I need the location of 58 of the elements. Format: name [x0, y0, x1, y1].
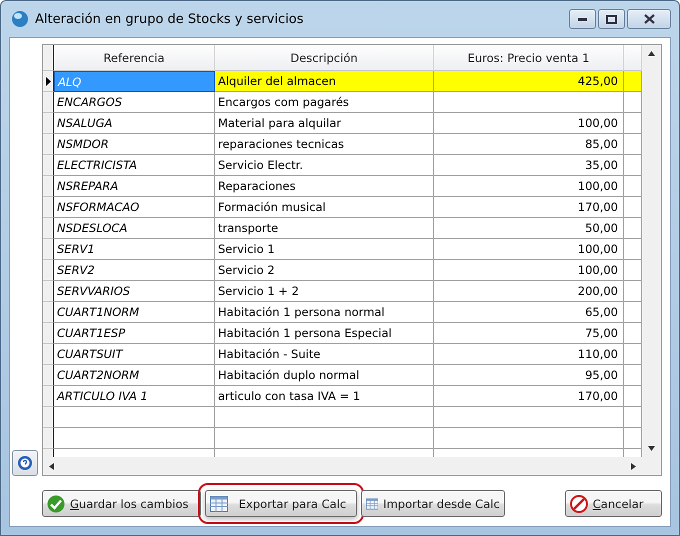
- row-header-cell[interactable]: [43, 176, 54, 197]
- spreadsheet-icon: [210, 496, 228, 512]
- dialog-button[interactable]: Cancelar: [564, 490, 662, 517]
- check-icon: [47, 494, 65, 512]
- row-header-cell[interactable]: [43, 407, 54, 428]
- row-header-cell[interactable]: [43, 344, 54, 365]
- help-icon: [17, 455, 33, 471]
- table-row[interactable]: NSALUGA Material para alquilar 100,00: [43, 113, 642, 134]
- row-header-cell[interactable]: [43, 71, 54, 92]
- table-row[interactable]: NSFORMACAO Formación musical 170,00: [43, 197, 642, 218]
- window-title: Alteración en grupo de Stocks y servicios: [35, 12, 305, 26]
- table-row[interactable]: CUART1NORM Habitación 1 persona normal 65,00: [43, 302, 642, 323]
- table-row[interactable]: CUART2NORM Habitación duplo normal 95,00: [43, 365, 642, 386]
- table-row[interactable]: CUART1ESP Habitación 1 persona Especial 75,00: [43, 323, 642, 344]
- minimize-icon: [578, 17, 587, 21]
- spreadsheet-icon: [366, 496, 378, 512]
- table-row[interactable]: CUARTSUIT Habitación - Suite 110,00: [43, 344, 642, 365]
- help-button[interactable]: [12, 450, 38, 476]
- row-header-cell[interactable]: [43, 428, 54, 449]
- table-cell: ALQ: [54, 71, 215, 92]
- table-row[interactable]: SERV1 Servicio 1 100,00: [43, 239, 642, 260]
- dialog-button[interactable]: Guardar los cambios: [42, 490, 202, 517]
- scroll-down-icon[interactable]: [648, 446, 655, 451]
- row-header-cell[interactable]: [43, 197, 54, 218]
- row-header-cell[interactable]: [43, 302, 54, 323]
- table-row[interactable]: ELECTRICISTA Servicio Electr. 35,00: [43, 155, 642, 176]
- scroll-up-icon[interactable]: [648, 51, 655, 56]
- row-header-cell[interactable]: [43, 281, 54, 302]
- close-icon: [644, 14, 654, 24]
- close-button[interactable]: [627, 9, 671, 29]
- row-header-cell[interactable]: [43, 134, 54, 155]
- row-header-cell[interactable]: [43, 239, 54, 260]
- row-header-cell[interactable]: [43, 92, 54, 113]
- row-header-cell[interactable]: [43, 323, 54, 344]
- row-header-cell[interactable]: [43, 218, 54, 239]
- maximize-button[interactable]: [598, 9, 625, 29]
- table-row[interactable]: ALQ Alquiler del almacen 425,00: [43, 71, 642, 92]
- table-row[interactable]: ENCARGOS Encargos com pagarés: [43, 92, 642, 113]
- minimize-button[interactable]: [569, 9, 596, 29]
- row-header-cell[interactable]: [43, 365, 54, 386]
- cancel-icon: [570, 494, 588, 512]
- table-row[interactable]: NSREPARA Reparaciones 100,00: [43, 176, 642, 197]
- table-row[interactable]: ARTICULO IVA 1 articulo con tasa IVA = 1 170,00: [43, 386, 642, 407]
- table-row[interactable]: NSMDOR reparaciones tecnicas 85,00: [43, 134, 642, 155]
- row-header-cell[interactable]: [43, 45, 54, 71]
- scroll-left-icon[interactable]: [49, 462, 54, 470]
- globe-icon: [11, 10, 29, 28]
- row-header-cell[interactable]: [43, 386, 54, 407]
- row-header-cell[interactable]: [43, 260, 54, 281]
- row-pointer-icon: [46, 76, 50, 86]
- table-row[interactable]: SERV2 Servicio 2 100,00: [43, 260, 642, 281]
- dialog-button[interactable]: Importar desde Calc: [360, 490, 505, 517]
- table-row[interactable]: NSDESLOCA transporte 50,00: [43, 218, 642, 239]
- row-header-cell[interactable]: [43, 155, 54, 176]
- scroll-right-icon[interactable]: [631, 462, 636, 470]
- table-row[interactable]: SERVVARIOS Servicio 1 + 2 200,00: [43, 281, 642, 302]
- row-header-cell[interactable]: [43, 113, 54, 134]
- maximize-icon: [606, 14, 617, 24]
